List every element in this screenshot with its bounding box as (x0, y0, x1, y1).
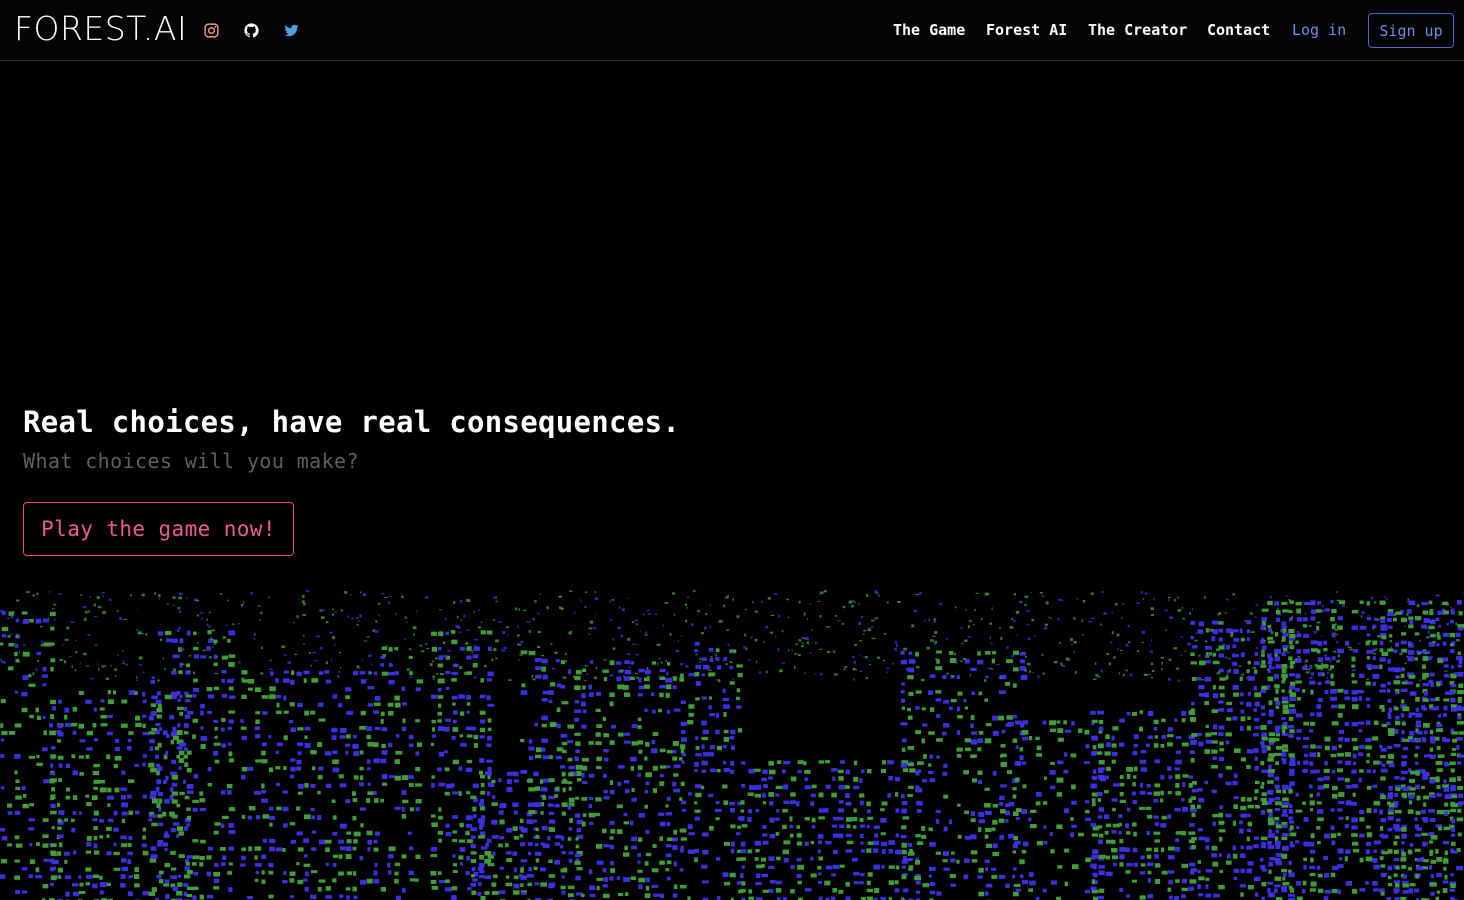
github-icon[interactable] (240, 19, 262, 41)
login-link[interactable]: Log in (1292, 19, 1346, 41)
signup-button[interactable]: Sign up (1368, 13, 1454, 48)
nav-contact[interactable]: Contact (1207, 19, 1270, 41)
nav-forest-ai[interactable]: Forest AI (986, 19, 1067, 41)
play-game-button[interactable]: Play the game now! (23, 502, 294, 556)
top-navbar: FOREST.AI The Game Forest AI The Creator… (0, 0, 1464, 61)
nav-the-creator[interactable]: The Creator (1088, 19, 1187, 41)
city-skyline-image (0, 590, 1464, 900)
hero-subtitle: What choices will you make? (23, 449, 359, 473)
hero-title: Real choices, have real consequences. (23, 405, 681, 439)
instagram-icon[interactable] (200, 19, 222, 41)
nav-the-game[interactable]: The Game (893, 19, 965, 41)
brand-logo[interactable]: FOREST.AI (14, 9, 187, 49)
twitter-icon[interactable] (280, 19, 302, 41)
